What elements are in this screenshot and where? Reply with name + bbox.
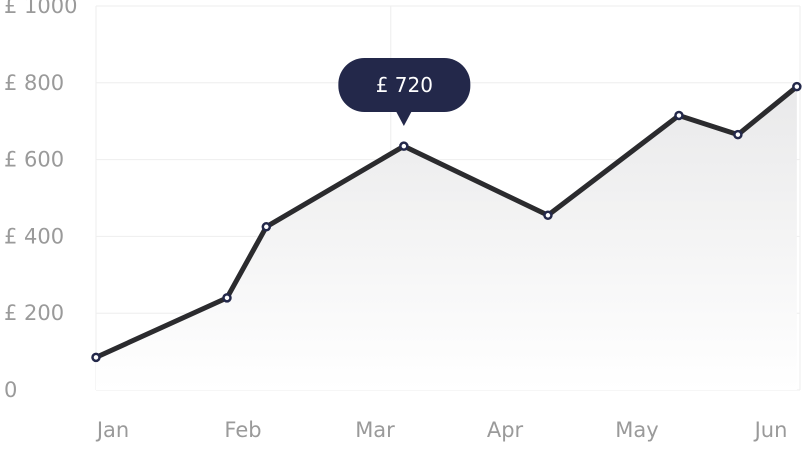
chart-svg: 0 £ 200 £ 400 £ 600 £ 800 £ 1000 Jan Feb Mar Apr… (4, 0, 802, 442)
y-tick-label: £ 200 (4, 301, 64, 325)
series-area (96, 86, 797, 390)
x-tick-label: Feb (224, 418, 261, 442)
tooltip: £ 720 (338, 58, 471, 126)
data-point-marker[interactable] (792, 81, 802, 92)
x-tick-label: Jan (95, 418, 129, 442)
data-point-marker[interactable] (91, 352, 101, 363)
y-tick-label: £ 400 (4, 224, 64, 248)
y-tick-label: 0 (4, 378, 17, 402)
y-axis-ticks: 0 £ 200 £ 400 £ 600 £ 800 £ 1000 (4, 0, 77, 402)
data-point-marker[interactable] (261, 222, 272, 232)
x-tick-label: Jun (753, 418, 788, 442)
y-tick-label: £ 800 (4, 71, 64, 95)
data-point-marker[interactable] (222, 293, 232, 303)
x-tick-label: Mar (355, 418, 395, 442)
tooltip-label: £ 720 (376, 73, 433, 97)
line-chart: 0 £ 200 £ 400 £ 600 £ 800 £ 1000 Jan Feb Mar Apr… (0, 0, 804, 451)
tooltip-pointer (395, 111, 412, 126)
data-point-marker[interactable] (543, 210, 553, 221)
x-tick-label: May (615, 418, 658, 442)
y-tick-label: £ 1000 (4, 0, 77, 18)
data-point-marker[interactable] (674, 110, 684, 121)
data-point-marker[interactable] (399, 141, 409, 151)
x-tick-label: Apr (487, 418, 524, 442)
x-axis-ticks: Jan Feb Mar Apr May Jun (95, 418, 788, 442)
area-fill (96, 86, 797, 390)
data-point-marker[interactable] (733, 129, 743, 140)
y-tick-label: £ 600 (4, 148, 64, 172)
